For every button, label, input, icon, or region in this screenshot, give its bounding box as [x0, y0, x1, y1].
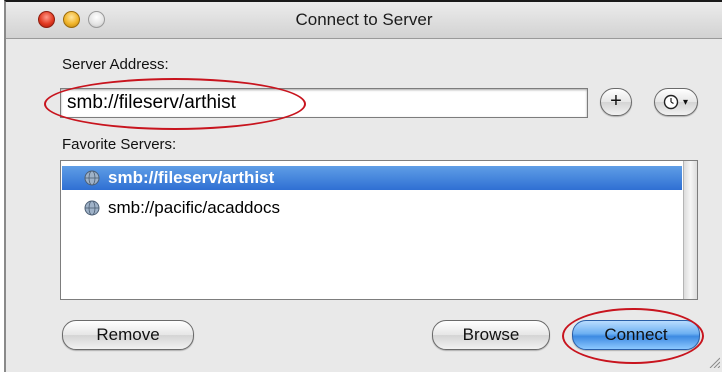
favorite-server-item[interactable]: smb://fileserv/arthist [62, 166, 682, 190]
list-scrollbar[interactable] [683, 161, 697, 299]
add-to-favorites-button[interactable]: + [600, 88, 632, 116]
favorite-server-item[interactable]: smb://pacific/acaddocs [62, 196, 682, 220]
server-address-input[interactable]: smb://fileserv/arthist [60, 88, 588, 118]
favorite-server-label: smb://pacific/acaddocs [108, 198, 280, 217]
globe-icon [84, 170, 100, 186]
minimize-window-button[interactable] [63, 11, 80, 28]
favorite-servers-list[interactable]: smb://fileserv/arthist smb://pacific/aca… [60, 160, 698, 300]
connect-to-server-window: Connect to Server Server Address: smb://… [4, 0, 722, 372]
favorite-server-label: smb://fileserv/arthist [108, 168, 275, 187]
clock-icon [663, 94, 679, 110]
server-address-label: Server Address: [62, 56, 169, 73]
favorite-servers-label: Favorite Servers: [62, 136, 177, 153]
browse-button[interactable]: Browse [432, 320, 550, 350]
remove-button[interactable]: Remove [62, 320, 194, 350]
connect-button[interactable]: Connect [572, 320, 700, 350]
recent-servers-button[interactable]: ▾ [654, 88, 698, 116]
globe-icon [84, 200, 100, 216]
zoom-window-button[interactable] [88, 11, 105, 28]
chevron-down-icon: ▾ [683, 97, 689, 108]
close-window-button[interactable] [38, 11, 55, 28]
window-title: Connect to Server [295, 10, 433, 29]
title-bar[interactable]: Connect to Server [6, 2, 722, 39]
resize-grip-icon[interactable] [708, 356, 720, 368]
